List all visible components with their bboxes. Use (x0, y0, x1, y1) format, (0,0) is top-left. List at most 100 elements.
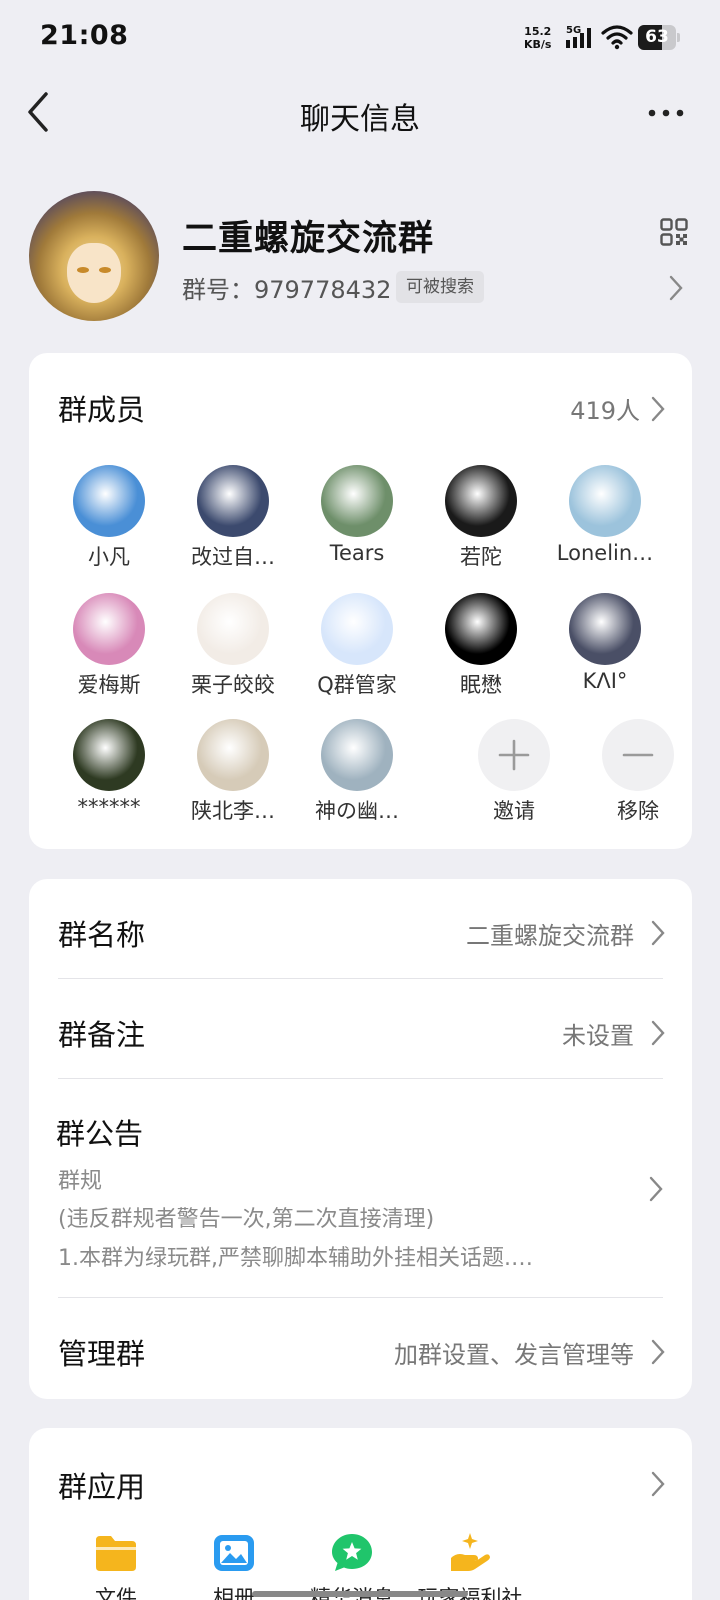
more-dots-icon (648, 109, 684, 117)
member-avatar (445, 593, 517, 665)
manage-group-chevron-icon (650, 1338, 666, 1370)
remove-member-button[interactable]: 移除 (576, 719, 700, 825)
member-name: 陕北李… (191, 799, 275, 823)
group-notice-chevron-icon (648, 1175, 664, 1207)
divider (58, 1078, 663, 1079)
notice-line: 1.本群为绿玩群,严禁聊脚本辅助外挂相关话题.… (58, 1246, 533, 1271)
member-item[interactable]: Tears (295, 465, 419, 565)
member-item[interactable]: Lonelin… (543, 465, 667, 565)
group-name-value: 二重螺旋交流群 (466, 922, 634, 950)
remove-label: 移除 (617, 799, 659, 823)
member-avatar (321, 719, 393, 791)
member-name: 眠懋 (460, 673, 502, 697)
member-name: 小凡 (88, 545, 130, 569)
folder-icon (93, 1532, 139, 1574)
battery-level: 63 (645, 27, 669, 47)
member-avatar (321, 593, 393, 665)
group-settings-card: 群名称 二重螺旋交流群 群备注 未设置 群公告 群规 (违反群规者警告一次,第二… (29, 879, 692, 1399)
battery-icon: 63 (638, 25, 680, 50)
member-avatar (73, 465, 145, 537)
manage-group-label: 管理群 (58, 1337, 146, 1371)
signal-icon: 5G (566, 24, 596, 54)
member-avatar (569, 593, 641, 665)
members-title: 群成员 (58, 393, 146, 427)
divider (58, 1297, 663, 1298)
member-name: 若陀 (460, 545, 502, 569)
group-apps-chevron-icon[interactable] (650, 1470, 666, 1502)
group-notice-label: 群公告 (56, 1117, 144, 1151)
member-avatar (73, 719, 145, 791)
app-album[interactable]: 相册 (172, 1532, 296, 1600)
notice-line: (违反群规者警告一次,第二次直接清理) (58, 1207, 435, 1232)
qr-code-icon[interactable] (660, 218, 688, 246)
member-item[interactable]: Q群管家 (295, 593, 419, 699)
member-item[interactable]: KΛI° (543, 593, 667, 693)
group-apps-title: 群应用 (58, 1470, 146, 1504)
group-remark-chevron-icon (650, 1019, 666, 1051)
invite-label: 邀请 (493, 799, 535, 823)
member-avatar (445, 465, 517, 537)
member-avatar (73, 593, 145, 665)
chat-info-screen: 21:08 15.2 KB/s 5G 63 聊天信息 二重螺旋交流群 群号：97… (0, 0, 720, 1600)
manage-group-value: 加群设置、发言管理等 (394, 1341, 634, 1369)
group-name-label: 群名称 (58, 918, 146, 952)
member-item[interactable]: 小凡 (47, 465, 171, 571)
group-name-chevron-icon (650, 919, 666, 951)
app-highlights[interactable]: 精华消息 (290, 1532, 414, 1600)
notice-line: 群规 (58, 1169, 103, 1194)
app-label: 文件 (95, 1586, 137, 1600)
member-name: 改过自… (191, 545, 275, 569)
member-name: 栗子皎皎 (191, 673, 275, 697)
divider (58, 978, 663, 979)
member-name: KΛI° (582, 669, 628, 693)
member-name: 爱梅斯 (77, 673, 141, 697)
wifi-icon (601, 24, 633, 54)
member-name: ****** (77, 795, 141, 819)
member-item[interactable]: 改过自… (171, 465, 295, 571)
minus-icon (602, 719, 674, 791)
member-avatar (569, 465, 641, 537)
group-apps-card: 群应用 文件 相册 玩家福利社 (29, 1428, 692, 1600)
group-name: 二重螺旋交流群 (182, 219, 435, 259)
members-chevron-icon[interactable] (650, 395, 666, 427)
page-title: 聊天信息 (300, 102, 420, 137)
photo-icon (211, 1532, 257, 1574)
group-id: 群号：979778432 (182, 276, 392, 304)
gift-hand-icon (447, 1532, 493, 1574)
member-avatar (197, 465, 269, 537)
plus-icon (478, 719, 550, 791)
network-speed-unit: KB/s (524, 38, 552, 51)
member-avatar (197, 719, 269, 791)
home-indicator[interactable] (252, 1591, 468, 1597)
more-button[interactable] (646, 100, 690, 126)
member-name: Tears (329, 541, 385, 565)
members-card: 群成员 419人 小凡 改过自… Tears 若陀 Lonelin… 爱梅斯 栗子皎皎 Q群管… (29, 353, 692, 849)
member-name: 神の幽… (315, 799, 399, 823)
app-files[interactable]: 文件 (54, 1532, 178, 1600)
group-profile-chevron-icon[interactable] (668, 274, 684, 306)
member-item[interactable]: 神の幽… (295, 719, 419, 825)
member-item[interactable]: 爱梅斯 (47, 593, 171, 699)
member-name: Lonelin… (556, 541, 654, 565)
network-speed-value: 15.2 (524, 25, 552, 38)
member-avatar (197, 593, 269, 665)
searchable-badge: 可被搜索 (396, 271, 484, 303)
status-time: 21:08 (40, 20, 129, 51)
member-item[interactable]: 陕北李… (171, 719, 295, 825)
group-avatar[interactable] (29, 191, 159, 321)
member-item[interactable]: ****** (47, 719, 171, 819)
member-avatar (321, 465, 393, 537)
group-remark-label: 群备注 (58, 1018, 146, 1052)
invite-member-button[interactable]: 邀请 (452, 719, 576, 825)
network-speed: 15.2 KB/s (524, 25, 551, 51)
members-count[interactable]: 419人 (570, 391, 640, 426)
app-player-welfare[interactable]: 玩家福利社 (408, 1532, 532, 1600)
member-name: Q群管家 (317, 673, 397, 697)
member-item[interactable]: 眠懋 (419, 593, 543, 699)
member-item[interactable]: 若陀 (419, 465, 543, 571)
star-chat-icon (329, 1532, 375, 1574)
member-item[interactable]: 栗子皎皎 (171, 593, 295, 699)
group-remark-value: 未设置 (562, 1022, 634, 1050)
status-bar: 21:08 15.2 KB/s 5G 63 (0, 0, 720, 78)
network-type: 5G (566, 25, 581, 36)
